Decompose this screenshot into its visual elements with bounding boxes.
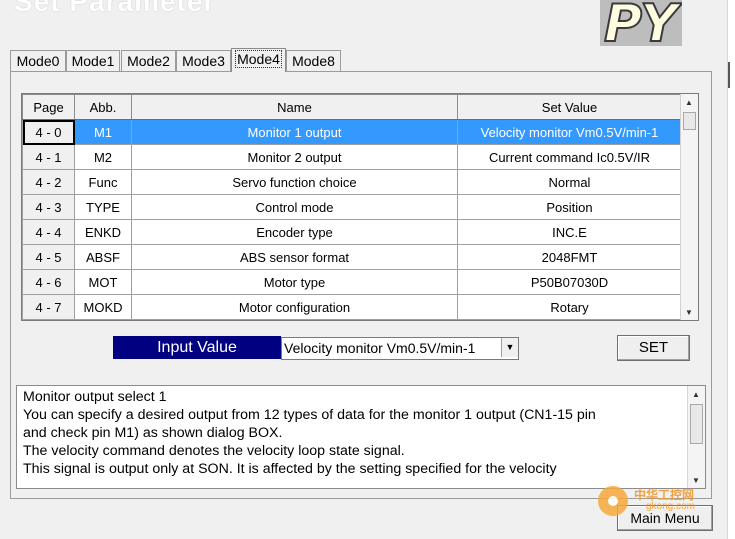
header-page[interactable]: Page	[22, 94, 75, 120]
table-row[interactable]: 4 - 5 ABSF ABS sensor format 2048FMT	[22, 244, 682, 270]
company-logo: PY	[600, 0, 682, 46]
cell-page[interactable]: 4 - 2	[22, 169, 75, 195]
cell-page[interactable]: 4 - 0	[22, 119, 75, 145]
cell-name[interactable]: Motor configuration	[131, 294, 458, 320]
dropdown-arrow-icon[interactable]: ▼	[501, 338, 518, 357]
cell-name[interactable]: Encoder type	[131, 219, 458, 245]
cell-page[interactable]: 4 - 6	[22, 269, 75, 295]
cell-abb[interactable]: M2	[74, 144, 132, 170]
set-button[interactable]: SET	[617, 335, 690, 361]
scroll-down-icon[interactable]: ▼	[685, 308, 693, 317]
cell-abb[interactable]: ENKD	[74, 219, 132, 245]
header-abb[interactable]: Abb.	[74, 94, 132, 120]
cell-value[interactable]: 2048FMT	[457, 244, 682, 270]
cell-page[interactable]: 4 - 7	[22, 294, 75, 320]
scroll-up-icon[interactable]: ▲	[692, 390, 700, 399]
cell-name[interactable]: Motor type	[131, 269, 458, 295]
scroll-thumb[interactable]	[683, 112, 696, 130]
table-header-row: Page Abb. Name Set Value	[22, 94, 682, 120]
table-row[interactable]: 4 - 3 TYPE Control mode Position	[22, 194, 682, 220]
description-line: You can specify a desired output from 12…	[23, 407, 596, 423]
cell-name[interactable]: Control mode	[131, 194, 458, 220]
description-line: Monitor output select 1	[23, 389, 167, 405]
cell-page[interactable]: 4 - 4	[22, 219, 75, 245]
cell-abb[interactable]: ABSF	[74, 244, 132, 270]
cell-abb[interactable]: Func	[74, 169, 132, 195]
cell-page[interactable]: 4 - 1	[22, 144, 75, 170]
cell-name[interactable]: Monitor 1 output	[131, 119, 458, 145]
input-value-select[interactable]: Velocity monitor Vm0.5V/min-1 ▼	[281, 337, 519, 360]
tab-mode2[interactable]: Mode2	[121, 50, 176, 71]
table-row[interactable]: 4 - 1 M2 Monitor 2 output Current comman…	[22, 144, 682, 170]
table-row[interactable]: 4 - 4 ENKD Encoder type INC.E	[22, 219, 682, 245]
tab-mode3[interactable]: Mode3	[176, 50, 231, 71]
cell-abb[interactable]: MOKD	[74, 294, 132, 320]
cell-name[interactable]: ABS sensor format	[131, 244, 458, 270]
selected-value: Velocity monitor Vm0.5V/min-1	[284, 340, 476, 356]
cell-value[interactable]: Position	[457, 194, 682, 220]
tab-mode0[interactable]: Mode0	[10, 50, 66, 71]
cell-abb[interactable]: MOT	[74, 269, 132, 295]
header-name[interactable]: Name	[131, 94, 458, 120]
main-menu-button[interactable]: Main Menu	[617, 505, 713, 531]
cell-value[interactable]: Rotary	[457, 294, 682, 320]
window-title: Set Parameter	[14, 0, 216, 17]
table-row[interactable]: 4 - 7 MOKD Motor configuration Rotary	[22, 294, 682, 320]
cell-abb[interactable]: TYPE	[74, 194, 132, 220]
description-line: and check pin M1) as shown dialog BOX.	[23, 425, 283, 441]
scroll-up-icon[interactable]: ▲	[685, 98, 693, 107]
input-value-label: Input Value	[113, 336, 281, 359]
description-line: The velocity command denotes the velocit…	[23, 443, 405, 459]
header-set-value[interactable]: Set Value	[457, 94, 682, 120]
table-row[interactable]: 4 - 2 Func Servo function choice Normal	[22, 169, 682, 195]
scroll-thumb[interactable]	[690, 404, 703, 444]
tab-mode1[interactable]: Mode1	[66, 50, 120, 71]
window-edge	[727, 0, 735, 539]
cell-value[interactable]: INC.E	[457, 219, 682, 245]
description-line: This signal is output only at SON. It is…	[23, 461, 557, 477]
cell-value[interactable]: Velocity monitor Vm0.5V/min-1	[457, 119, 682, 145]
cell-value[interactable]: Normal	[457, 169, 682, 195]
cell-name[interactable]: Monitor 2 output	[131, 144, 458, 170]
cell-name[interactable]: Servo function choice	[131, 169, 458, 195]
cell-value[interactable]: Current command Ic0.5V/IR	[457, 144, 682, 170]
parameter-grid: Page Abb. Name Set Value 4 - 0 M1 Monito…	[21, 93, 699, 321]
description-scrollbar[interactable]: ▲ ▼	[687, 386, 705, 488]
tab-mode4[interactable]: Mode4	[231, 48, 286, 72]
description-box[interactable]: Monitor output select 1 You can specify …	[16, 385, 706, 489]
cell-page[interactable]: 4 - 3	[22, 194, 75, 220]
table-row[interactable]: 4 - 6 MOT Motor type P50B07030D	[22, 269, 682, 295]
scroll-down-icon[interactable]: ▼	[692, 476, 700, 485]
cell-abb[interactable]: M1	[74, 119, 132, 145]
table-row[interactable]: 4 - 0 M1 Monitor 1 output Velocity monit…	[22, 119, 682, 145]
table-scrollbar[interactable]: ▲ ▼	[680, 94, 698, 320]
tab-mode8[interactable]: Mode8	[286, 50, 341, 71]
cell-value[interactable]: P50B07030D	[457, 269, 682, 295]
cell-page[interactable]: 4 - 5	[22, 244, 75, 270]
parameter-table: Page Abb. Name Set Value 4 - 0 M1 Monito…	[22, 94, 682, 320]
